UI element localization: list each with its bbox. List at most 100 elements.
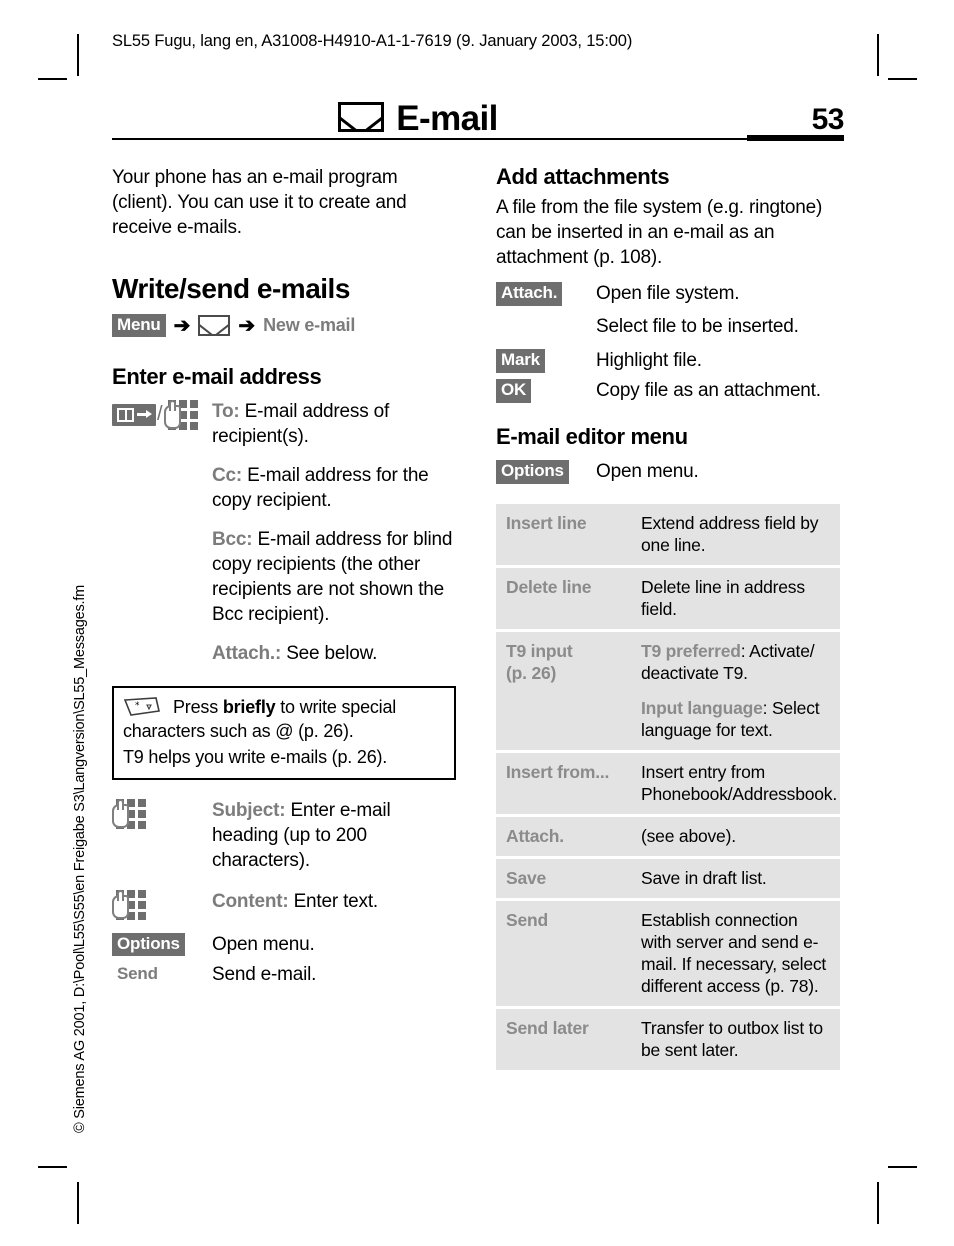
crop-mark-top-right-vertical — [877, 34, 879, 76]
field-label-cc: Cc: — [212, 464, 243, 486]
crop-mark-bottom-left-vertical — [77, 1182, 79, 1224]
crop-mark-bottom-right-horizontal — [888, 1166, 917, 1168]
table-cell-key: T9 input (p. 26) — [496, 630, 632, 754]
attachments-intro: A file from the file system (e.g. ringto… — [496, 197, 823, 269]
option-name: Save — [506, 868, 547, 889]
option-desc-part: Input language: Select language for text… — [641, 697, 831, 741]
attach-softkey-gutter: Attach. — [496, 281, 596, 306]
right-column: Add attachments A file from the file sys… — [496, 164, 840, 1071]
send-softkey-action: Send e-mail. — [212, 963, 317, 985]
subsection-title-editor-menu: E-mail editor menu — [496, 424, 688, 450]
mark-softkey-gutter: Mark — [496, 348, 596, 373]
chapter-title-bar: E-mail 53 — [112, 92, 845, 141]
crop-mark-bottom-left-horizontal — [38, 1166, 67, 1168]
crop-mark-bottom-right-vertical — [877, 1182, 879, 1224]
field-label-bcc: Bcc: — [212, 528, 253, 550]
table-cell-value: (see above). — [632, 815, 840, 860]
crop-mark-top-right-horizontal — [888, 78, 917, 80]
address-icons-gutter: / — [112, 399, 212, 430]
address-field-row-cc: Cc: E-mail address for the copy recipien… — [212, 463, 456, 513]
attach-step-open-action: Open file system. — [596, 283, 740, 305]
table-row[interactable]: Insert line Extend address field by one … — [496, 504, 840, 569]
phonebook-arrow-icon[interactable] — [112, 403, 156, 426]
table-cell-key: Insert line — [496, 504, 632, 569]
field-desc-to: E-mail address of recipient(s). — [212, 400, 390, 447]
attach-step-select: Select file to be inserted. — [496, 314, 840, 339]
navigation-path: Menu ➔ ➔ New e-mail — [112, 313, 456, 339]
running-header: SL55 Fugu, lang en, A31008-H4910-A1-1-76… — [112, 32, 633, 50]
table-cell-value: Insert entry from Phonebook/Addressbook. — [632, 751, 840, 818]
note-line-2: T9 helps you write e-mails (p. 26). — [123, 746, 388, 767]
table-cell-value: T9 preferred: Activate/ deactivate T9. I… — [632, 630, 840, 754]
options-softkey[interactable]: Options — [112, 932, 185, 957]
field-desc-cc: E-mail address for the copy recipient. — [212, 464, 429, 511]
compose-row-content: Content: Enter text. — [112, 889, 456, 920]
keypad-hand-icon[interactable] — [112, 798, 146, 829]
option-name: Attach. — [506, 826, 564, 847]
option-emphasis: T9 preferred — [641, 641, 741, 662]
compose-row-subject: Subject: Enter e-mail heading (up to 200… — [112, 798, 456, 873]
keypad-hand-icon[interactable] — [112, 889, 146, 920]
table-cell-key: Send later — [496, 1007, 632, 1071]
editor-menu-open-row: Options Open menu. — [496, 459, 840, 484]
options-softkey[interactable]: Options — [496, 460, 569, 484]
option-desc: Delete line in address field. — [641, 577, 805, 620]
softkey-row-send: Send Send e-mail. — [112, 962, 456, 987]
tip-note-box: * Press briefly to write special characte… — [112, 685, 456, 780]
mark-softkey[interactable]: Mark — [496, 349, 545, 373]
attach-step-mark: Mark Highlight file. — [496, 348, 840, 373]
page-number: 53 — [811, 103, 845, 136]
table-row[interactable]: Send Establish connection with server an… — [496, 899, 840, 1010]
table-cell-key: Delete line — [496, 566, 632, 633]
subsection-title-enter-address: Enter e-mail address — [112, 363, 322, 389]
compose-subject-text: Subject: Enter e-mail heading (up to 200… — [212, 798, 456, 873]
note-text-pre: Press — [173, 696, 223, 717]
table-row[interactable]: Delete line Delete line in address field… — [496, 566, 840, 633]
attach-step-ok: OK Copy file as an attachment. — [496, 378, 840, 403]
table-row[interactable]: T9 input (p. 26) T9 preferred: Activate/… — [496, 630, 840, 754]
table-row[interactable]: Save Save in draft list. — [496, 857, 840, 902]
ok-softkey[interactable]: OK — [496, 379, 532, 403]
field-desc-attach: See below. — [281, 642, 378, 664]
menu-softkey[interactable]: Menu — [112, 314, 166, 338]
attach-step-ok-action: Copy file as an attachment. — [596, 380, 821, 402]
crop-mark-top-left-horizontal — [38, 78, 67, 80]
page-title: E-mail — [396, 99, 498, 138]
attach-softkey[interactable]: Attach. — [496, 282, 563, 306]
field-label-to: To: — [212, 400, 240, 422]
attach-step-mark-action: Highlight file. — [596, 350, 702, 372]
table-row[interactable]: Send later Transfer to outbox list to be… — [496, 1007, 840, 1071]
left-column: Your phone has an e-mail program (client… — [112, 165, 456, 987]
nav-destination-new-email[interactable]: New e-mail — [263, 315, 355, 336]
option-name-sub: (p. 26) — [506, 663, 557, 684]
title-rule — [112, 138, 844, 140]
field-label-subject: Subject: — [212, 799, 286, 821]
option-desc: Save in draft list. — [641, 868, 767, 889]
subject-icon-gutter — [112, 798, 212, 829]
table-cell-value: Delete line in address field. — [632, 566, 840, 633]
attach-step-select-action: Select file to be inserted. — [596, 316, 799, 338]
table-cell-key: Insert from... — [496, 751, 632, 818]
table-cell-value: Save in draft list. — [632, 857, 840, 902]
table-row[interactable]: Insert from... Insert entry from Phonebo… — [496, 751, 840, 818]
table-cell-value: Establish connection with server and sen… — [632, 899, 840, 1010]
send-softkey-gutter: Send — [112, 962, 212, 986]
side-file-path-note: © Siemens AG 2001, D:\Pool\L55\S55\en Fr… — [72, 584, 88, 1133]
table-cell-key: Attach. — [496, 815, 632, 860]
subsection-title-add-attachments: Add attachments — [496, 164, 670, 189]
attach-step-open: Attach. Open file system. — [496, 281, 840, 306]
compose-content-text: Content: Enter text. — [212, 889, 456, 914]
table-row[interactable]: Attach. (see above). — [496, 815, 840, 860]
star-key-icon: * — [123, 697, 161, 717]
crop-mark-top-left-vertical — [77, 34, 79, 76]
softkey-row-options: Options Open menu. — [112, 932, 456, 957]
address-field-to-text: To: E-mail address of recipient(s). — [212, 399, 456, 449]
send-softkey[interactable]: Send — [112, 963, 163, 986]
arrow-right-icon-2: ➔ — [238, 314, 256, 337]
option-desc: Transfer to outbox list to be sent later… — [641, 1018, 823, 1061]
note-text-bold: briefly — [222, 696, 276, 717]
table-cell-key: Save — [496, 857, 632, 902]
section-title-write-send: Write/send e-mails — [112, 273, 350, 304]
keypad-hand-icon[interactable] — [163, 399, 198, 430]
editor-options-softkey-gutter: Options — [496, 459, 596, 484]
